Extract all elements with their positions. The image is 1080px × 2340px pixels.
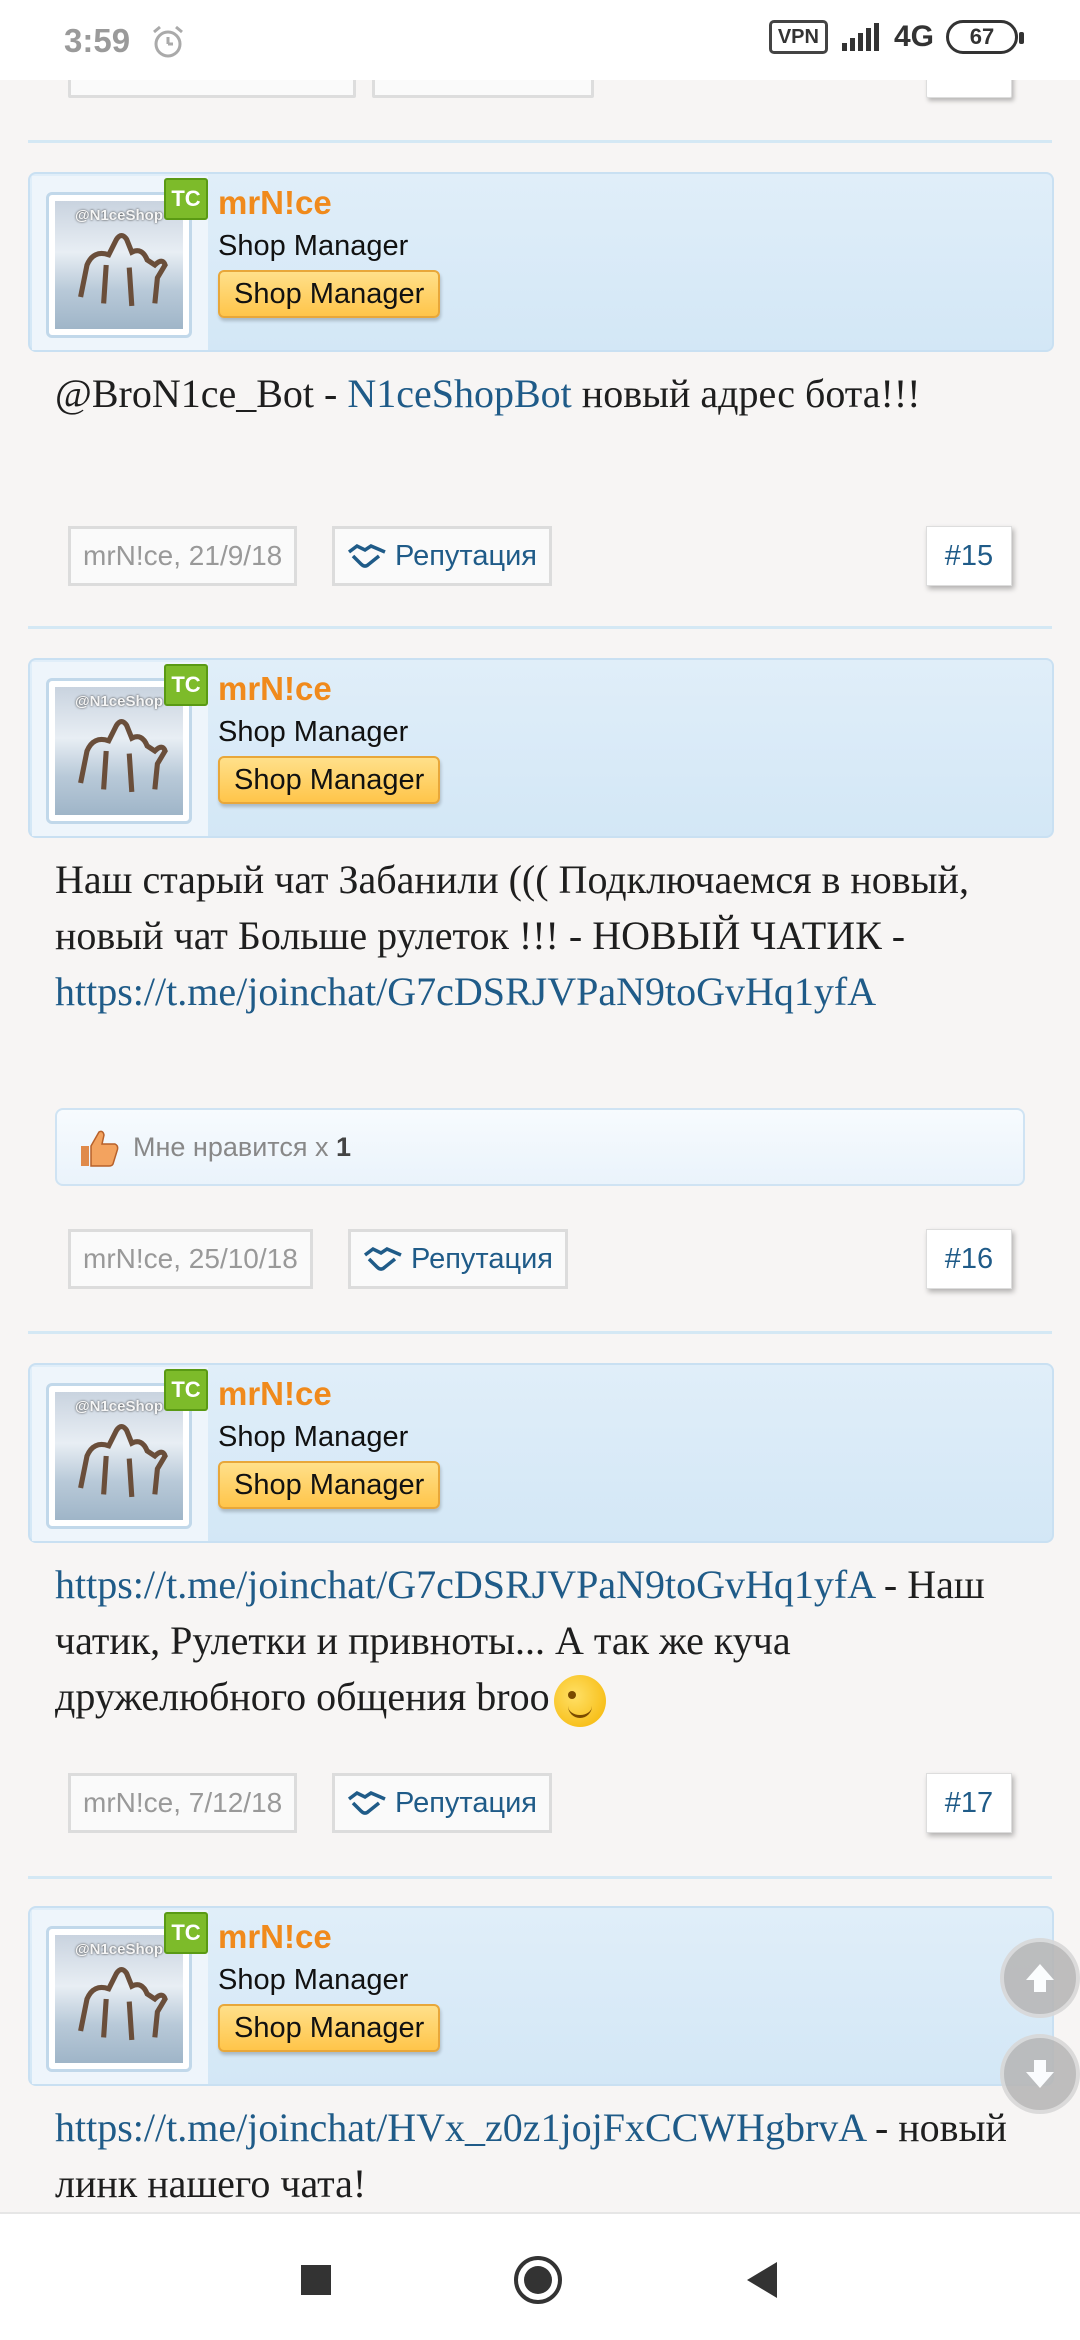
- post-footer: mrN!ce, 21/9/18 Репутация #15: [0, 526, 1080, 588]
- user-banner: Shop Manager: [218, 1461, 441, 1509]
- author-date[interactable]: mrN!ce, 7/12/18: [68, 1773, 298, 1833]
- scroll-down-button[interactable]: [1000, 2034, 1080, 2114]
- post-message: @BroN1ce_Bot - N1ceShopBot новый адрес б…: [55, 371, 921, 416]
- square-icon: [301, 2265, 331, 2295]
- scroll-up-button[interactable]: [1000, 1938, 1080, 2018]
- author-date[interactable]: mrN!ce, 21/9/18: [68, 526, 298, 586]
- post-message: https://t.me/joinchat/G7cDSRJVPaN9toGvHq…: [55, 1557, 1035, 1727]
- post-separator: [28, 140, 1052, 143]
- user-block: @N1ceShop TC mrN!ce Shop Manager Shop Ma…: [28, 1363, 1054, 1543]
- circle-icon: [514, 2256, 562, 2304]
- author-date[interactable]: mrN!ce, 25/10/18: [68, 1229, 313, 1289]
- username[interactable]: mrN!ce: [218, 670, 332, 708]
- post-message: Наш старый чат Забанили ((( Подключаемся…: [55, 857, 969, 1014]
- thumbs-up-icon: [81, 1130, 119, 1167]
- user-title: Shop Manager: [218, 1964, 409, 1996]
- recent-apps-button[interactable]: [288, 2252, 344, 2308]
- handshake-icon: [363, 1246, 402, 1271]
- post-separator: [28, 1876, 1052, 1879]
- user-banner: Shop Manager: [218, 756, 441, 804]
- battery-level: 67: [969, 24, 995, 49]
- post-footer: mrN!ce, 7/12/18 Репутация #17: [0, 1773, 1080, 1835]
- post-separator: [28, 626, 1052, 629]
- tc-badge: TC: [164, 1912, 208, 1954]
- username[interactable]: mrN!ce: [218, 1918, 332, 1956]
- user-banner: Shop Manager: [218, 2004, 441, 2052]
- signal-icon: [841, 23, 879, 51]
- handshake-icon: [347, 1790, 386, 1815]
- post-18: @N1ceShop TC mrN!ce Shop Manager Shop Ma…: [0, 1906, 1080, 2212]
- chat-link[interactable]: https://t.me/joinchat/G7cDSRJVPaN9toGvHq…: [55, 1562, 874, 1607]
- post-separator: [28, 1331, 1052, 1334]
- user-title: Shop Manager: [218, 230, 409, 262]
- post-message: https://t.me/joinchat/HVx_z0z1jojFxCCWHg…: [55, 2105, 1007, 2206]
- triangle-back-icon: [747, 2262, 777, 2298]
- status-time: 3:59: [64, 22, 131, 59]
- camel-avatar-image: @N1ceShop: [55, 201, 183, 329]
- reputation-button[interactable]: Репутация: [348, 1229, 568, 1289]
- tc-badge: TC: [164, 1369, 208, 1411]
- likes-text: Мне нравится x 1: [133, 1132, 352, 1162]
- user-block: @N1ceShop TC mrN!ce Shop Manager Shop Ma…: [28, 172, 1054, 352]
- post-number[interactable]: #16: [926, 1229, 1012, 1289]
- bot-link[interactable]: N1ceShopBot: [347, 371, 571, 416]
- likes-bar[interactable]: Мне нравится x 1: [55, 1108, 1025, 1186]
- camel-avatar-image: @N1ceShop: [55, 687, 183, 815]
- post-footer: mrN!ce, 25/10/18 Репутация #16: [0, 1229, 1080, 1291]
- wink-emoji-icon: [553, 1674, 606, 1727]
- arrow-down-icon: [1026, 2060, 1054, 2088]
- battery-indicator: 67: [946, 20, 1024, 54]
- user-block: @N1ceShop TC mrN!ce Shop Manager Shop Ma…: [28, 658, 1054, 838]
- post-number[interactable]: #17: [926, 1773, 1012, 1833]
- camel-avatar-image: @N1ceShop: [55, 1935, 183, 2063]
- arrow-up-icon: [1026, 1964, 1054, 1992]
- user-banner: Shop Manager: [218, 270, 441, 318]
- camel-avatar-image: @N1ceShop: [55, 1392, 183, 1520]
- user-block: @N1ceShop TC mrN!ce Shop Manager Shop Ma…: [28, 1906, 1054, 2086]
- chat-link[interactable]: https://t.me/joinchat/HVx_z0z1jojFxCCWHg…: [55, 2105, 865, 2150]
- username[interactable]: mrN!ce: [218, 1375, 332, 1413]
- alarm-clock-icon: [153, 25, 183, 58]
- reputation-button[interactable]: Репутация: [332, 526, 552, 586]
- vpn-indicator: VPN: [768, 20, 828, 54]
- navigation-bar: [0, 2212, 1080, 2340]
- chat-link[interactable]: https://t.me/joinchat/G7cDSRJVPaN9toGvHq…: [55, 969, 876, 1014]
- user-title: Shop Manager: [218, 716, 409, 748]
- post-17: @N1ceShop TC mrN!ce Shop Manager Shop Ma…: [0, 1361, 1080, 1881]
- post-number[interactable]: #15: [926, 526, 1012, 586]
- tc-badge: TC: [164, 178, 208, 220]
- user-title: Shop Manager: [218, 1421, 409, 1453]
- home-button[interactable]: [510, 2252, 566, 2308]
- post-15: @N1ceShop TC mrN!ce Shop Manager Shop Ma…: [0, 170, 1080, 630]
- post-16: @N1ceShop TC mrN!ce Shop Manager Shop Ma…: [0, 656, 1080, 1316]
- tc-badge: TC: [164, 664, 208, 706]
- reputation-button[interactable]: Репутация: [332, 1773, 552, 1833]
- status-bar: 3:59 VPN 4G 67: [0, 0, 1080, 80]
- back-button[interactable]: [734, 2252, 790, 2308]
- network-type: 4G: [893, 20, 934, 53]
- handshake-icon: [347, 543, 386, 568]
- username[interactable]: mrN!ce: [218, 184, 332, 222]
